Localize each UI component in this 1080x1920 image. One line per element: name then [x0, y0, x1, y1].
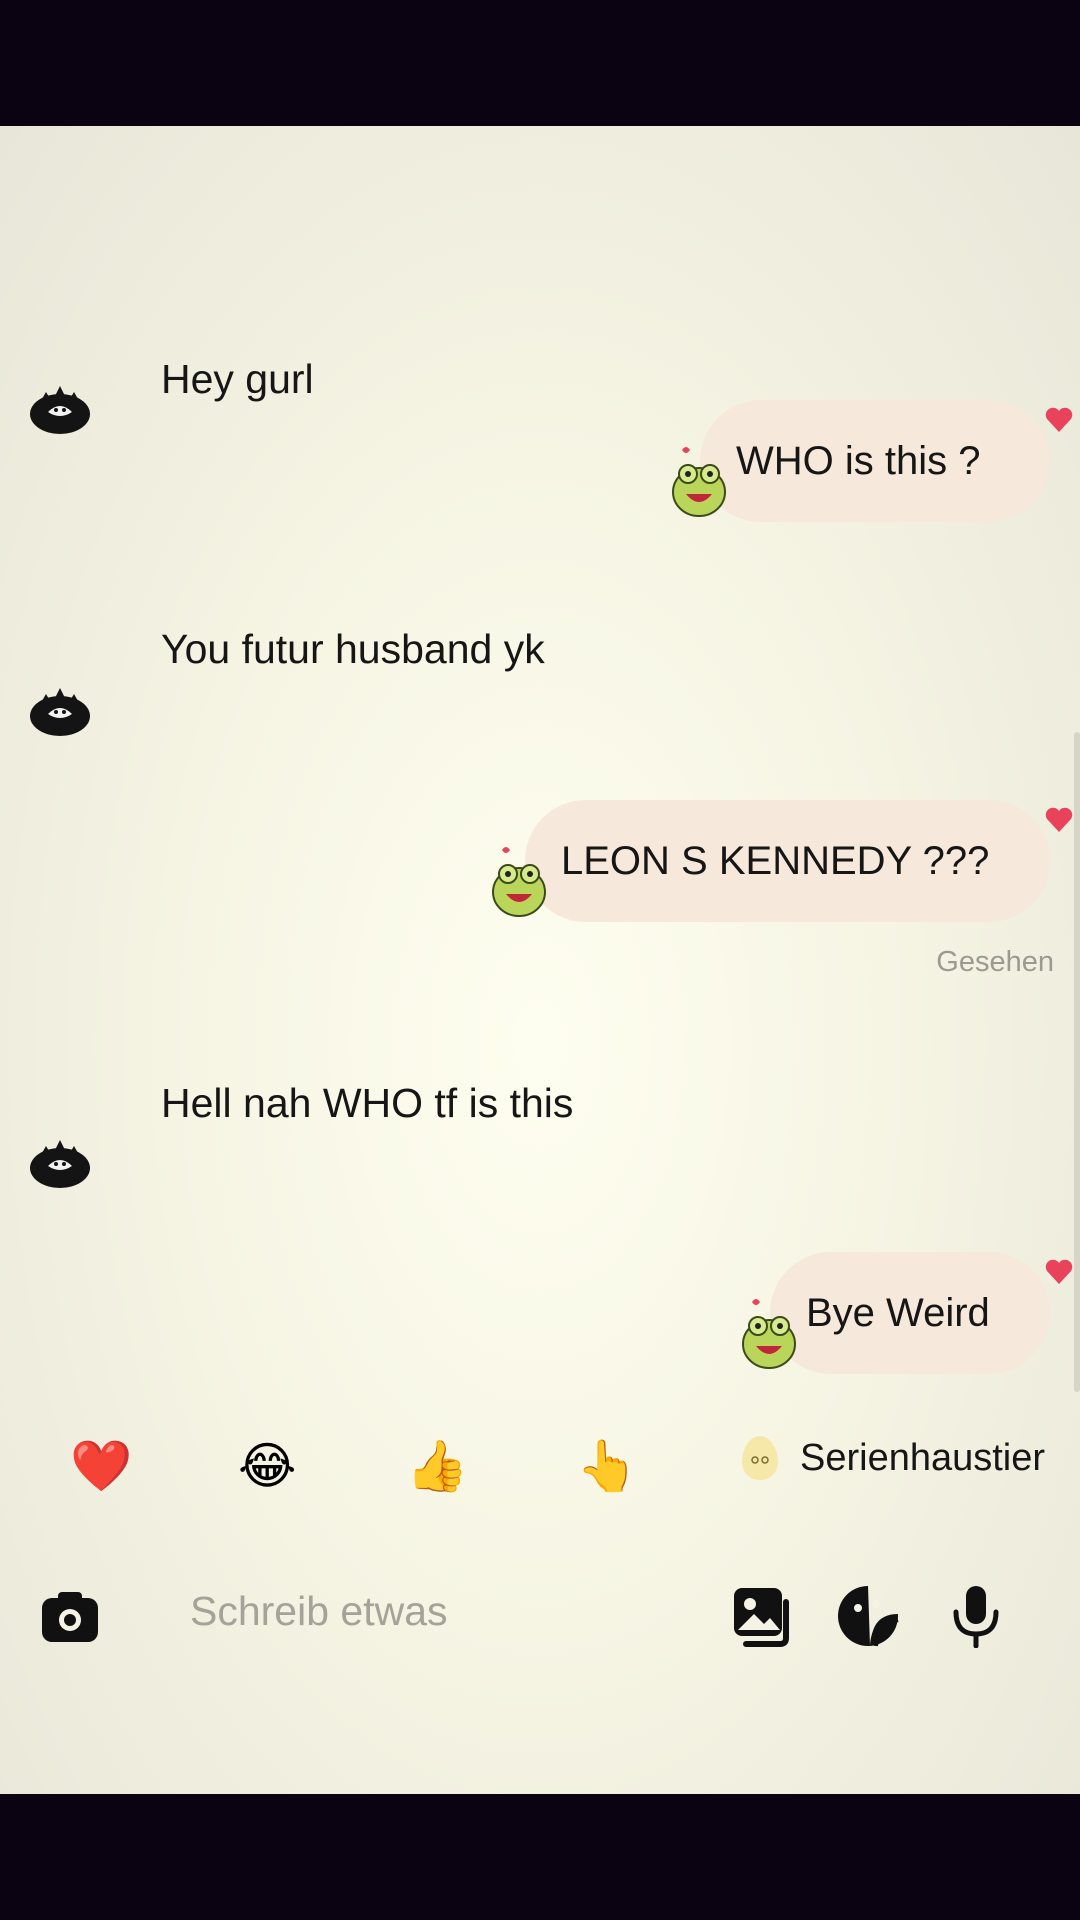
camera-icon[interactable]: [38, 1584, 102, 1648]
message-text: LEON S KENNEDY ???: [561, 838, 990, 883]
laughing-face-icon[interactable]: 😂: [238, 1438, 296, 1494]
message-text: WHO is this ?: [736, 438, 981, 483]
gallery-icon[interactable]: [730, 1584, 794, 1648]
frog-avatar-icon: [492, 847, 546, 917]
message-incoming[interactable]: Hey gurl: [0, 226, 1080, 434]
frog-avatar-icon: [742, 1299, 796, 1369]
quick-reactions-bar: ❤️ 😂 👍 👆 Serienhaustier: [0, 1426, 1080, 1506]
contact-avatar-icon[interactable]: [28, 678, 92, 742]
message-text: Hell nah WHO tf is this: [161, 1080, 574, 1126]
pet-egg-icon: [742, 1436, 778, 1480]
message-composer: Schreib etwas: [0, 1566, 1080, 1666]
message-incoming[interactable]: Hell nah WHO tf is this: [0, 1080, 1080, 1190]
contact-avatar-icon[interactable]: [28, 376, 92, 440]
message-outgoing[interactable]: WHO is this ?: [670, 400, 1073, 522]
message-bubble[interactable]: Bye Weird: [770, 1252, 1050, 1374]
sticker-icon[interactable]: [836, 1584, 900, 1648]
heart-reaction-icon[interactable]: [1044, 406, 1074, 434]
message-outgoing[interactable]: LEON S KENNEDY ???: [490, 800, 1073, 922]
contact-avatar-icon[interactable]: [28, 1130, 92, 1194]
message-outgoing[interactable]: Bye Weird: [740, 1252, 1073, 1374]
message-input[interactable]: Schreib etwas: [190, 1588, 448, 1635]
heart-icon[interactable]: ❤️: [70, 1438, 132, 1494]
message-bubble[interactable]: WHO is this ?: [700, 400, 1050, 522]
heart-reaction-icon[interactable]: [1044, 806, 1074, 834]
message-incoming[interactable]: You futur husband yk: [0, 626, 1080, 738]
microphone-icon[interactable]: [944, 1584, 1008, 1648]
bottom-black-bar: [0, 1794, 1080, 1920]
pointing-hand-icon[interactable]: 👆: [576, 1438, 638, 1494]
message-text: You futur husband yk: [161, 626, 545, 672]
message-text: Hey gurl: [161, 356, 314, 402]
message-bubble[interactable]: LEON S KENNEDY ???: [525, 800, 1050, 922]
pet-label: Serienhaustier: [800, 1436, 1046, 1479]
message-text: Bye Weird: [806, 1290, 990, 1335]
pet-button[interactable]: Serienhaustier: [742, 1436, 1045, 1480]
scrollbar[interactable]: [1074, 732, 1080, 1392]
seen-status: Gesehen: [936, 946, 1054, 978]
chat-screen: Hey gurl WHO is this ? You futur husband…: [0, 126, 1080, 1794]
heart-reaction-icon[interactable]: [1044, 1258, 1074, 1286]
top-black-bar: [0, 0, 1080, 126]
frog-avatar-icon: [672, 447, 726, 517]
thumbs-up-icon[interactable]: 👍: [406, 1438, 468, 1494]
